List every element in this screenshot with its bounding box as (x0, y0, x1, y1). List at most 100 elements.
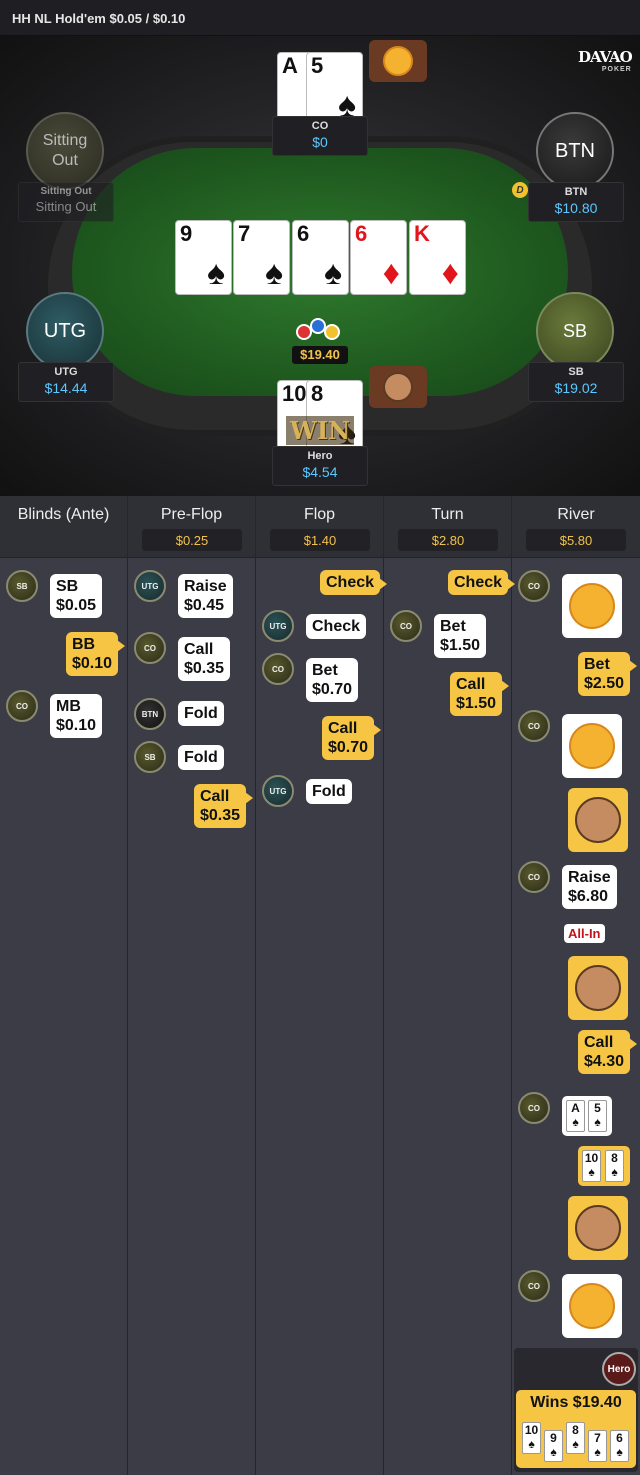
utg-seat-plate[interactable]: UTG $14.44 (18, 362, 114, 402)
action-bubble: Bet $0.70 (306, 658, 359, 702)
player-avatar: CO (262, 653, 294, 685)
mini-card: 10 ♠ (582, 1150, 601, 1182)
board-card-5: K ♦ (409, 220, 466, 295)
player-avatar: UTG (262, 775, 294, 807)
action-bubble: BB $0.10 (66, 632, 126, 676)
co-seat-plate[interactable]: CO $0 (272, 116, 368, 156)
dealer-button-icon: D (512, 182, 528, 198)
board-card-4: 6 ♦ (350, 220, 407, 295)
hero-avatar-icon (575, 965, 621, 1011)
mini-card: A ♠ (566, 1100, 585, 1132)
river-column: River $5.80 CO Bet $2.50 CO CO Raise $6.80 … (512, 496, 640, 1475)
emoji-bubble (562, 714, 622, 778)
action-bubble: Fold (306, 779, 352, 804)
board-card-3: 6 ♠ (292, 220, 349, 295)
hand-title: HH NL Hold'em $0.05 / $0.10 (12, 11, 186, 26)
action-bubble: Raise $0.45 (178, 574, 233, 618)
wins-box: Wins $19.40 10 ♠ 9 ♠ 8 ♠ 7 ♠ 6 ♠ (516, 1390, 636, 1468)
hero-seat-plate[interactable]: Hero $4.54 (272, 446, 368, 486)
hero-emoji-bubble (568, 956, 628, 1020)
mini-card: 8 ♠ (566, 1422, 585, 1454)
action-bubble: Bet $1.50 (434, 614, 487, 658)
hero-avatar-icon (383, 372, 413, 402)
thinking-face-icon (569, 583, 615, 629)
player-avatar: BTN (134, 698, 166, 730)
turn-column: Turn $2.80 Check CO Bet $1.50 Call $1.50 (384, 496, 516, 1475)
mini-card: 5 ♠ (588, 1100, 607, 1132)
player-avatar: CO (518, 570, 550, 602)
thinking-face-icon (569, 1283, 615, 1329)
flop-header: Flop $1.40 (256, 496, 383, 558)
poker-table-area: DAVAOPOKER A♠ 5♠ CO$0 SittingOut Sitting… (0, 36, 640, 496)
player-avatar: CO (518, 1092, 550, 1124)
player-avatar: CO (518, 1270, 550, 1302)
action-bubble: Call $0.70 (322, 716, 382, 760)
player-avatar: CO (134, 632, 166, 664)
co-shown-cards: A ♠ 5 ♠ (562, 1096, 612, 1136)
player-avatar: SB (6, 570, 38, 602)
emoji-face-icon (383, 46, 413, 76)
action-bubble: Check (306, 614, 367, 639)
player-avatar: CO (390, 610, 422, 642)
hero-emoji-chat[interactable] (369, 366, 427, 408)
blinds-header: Blinds (Ante) (0, 496, 127, 558)
action-bubble: MB $0.10 (50, 694, 103, 738)
player-avatar: CO (518, 710, 550, 742)
action-bubble: Call $1.50 (450, 672, 510, 716)
mini-card: 8 ♠ (605, 1150, 624, 1182)
title-bar: HH NL Hold'em $0.05 / $0.10 (0, 0, 640, 36)
co-emoji-chat[interactable] (369, 40, 427, 82)
action-bubble: Raise $6.80 (562, 865, 617, 909)
win-badge: WIN (286, 416, 355, 445)
mini-card: 6 ♠ (610, 1430, 629, 1462)
sb-seat[interactable]: SB (536, 292, 614, 370)
thinking-face-icon (569, 723, 615, 769)
davao-poker-logo: DAVAO POKER (578, 48, 633, 73)
btn-seat[interactable]: BTN (536, 112, 614, 190)
mini-card: 9 ♠ (544, 1430, 563, 1462)
hero-emoji-bubble (568, 788, 628, 852)
action-bubble: Call $0.35 (194, 784, 254, 828)
hero-emoji-bubble (568, 1196, 628, 1260)
preflop-column: Pre-Flop $0.25 UTG Raise $0.45 CO Call $0.3… (128, 496, 256, 1475)
action-bubble: Check (320, 570, 388, 595)
sitting-out-seat[interactable]: Sitting Out (26, 112, 104, 190)
action-bubble: SB $0.05 (50, 574, 103, 618)
emoji-bubble (562, 574, 622, 638)
sb-seat-plate[interactable]: SB $19.02 (528, 362, 624, 402)
player-avatar: SB (134, 741, 166, 773)
chip-stack-icon (292, 316, 348, 342)
hand-history: Blinds (Ante) SB SB $0.05 BB $0.10 CO MB $0… (0, 496, 640, 1475)
board-card-2: 7 ♠ (233, 220, 290, 295)
all-in-badge: All-In (564, 924, 605, 943)
action-bubble: Bet $2.50 (578, 652, 638, 696)
winner-panel: Hero Wins $19.40 10 ♠ 9 ♠ 8 ♠ 7 ♠ 6 ♠ (514, 1348, 638, 1472)
btn-seat-plate[interactable]: BTN $10.80 (528, 182, 624, 222)
action-bubble: Fold (178, 745, 224, 770)
hero-badge: Hero (602, 1352, 636, 1386)
action-bubble: Fold (178, 701, 224, 726)
mini-card: 7 ♠ (588, 1430, 607, 1462)
pot-amount: $19.40 (292, 346, 348, 364)
player-avatar: CO (6, 690, 38, 722)
preflop-header: Pre-Flop $0.25 (128, 496, 255, 558)
player-avatar: CO (518, 861, 550, 893)
player-avatar: UTG (134, 570, 166, 602)
utg-seat[interactable]: UTG (26, 292, 104, 370)
action-bubble: Call $4.30 (578, 1030, 638, 1074)
hero-avatar-icon (575, 1205, 621, 1251)
action-bubble: Call $0.35 (178, 637, 231, 681)
sitting-out-plate: Sitting Out Sitting Out (18, 182, 114, 222)
blinds-column: Blinds (Ante) SB SB $0.05 BB $0.10 CO MB $0… (0, 496, 128, 1475)
hero-avatar-icon (575, 797, 621, 843)
mini-card: 10 ♠ (522, 1422, 541, 1454)
hero-shown-cards: 10 ♠ 8 ♠ (578, 1146, 630, 1186)
action-bubble: Check (448, 570, 516, 595)
flop-column: Flop $1.40 Check UTG Check CO Bet $0.70 Ca… (256, 496, 388, 1475)
player-avatar: UTG (262, 610, 294, 642)
wins-label: Wins $19.40 (530, 1394, 622, 1411)
river-header: River $5.80 (512, 496, 640, 558)
emoji-bubble (562, 1274, 622, 1338)
board-card-1: 9 ♠ (175, 220, 232, 295)
turn-header: Turn $2.80 (384, 496, 511, 558)
